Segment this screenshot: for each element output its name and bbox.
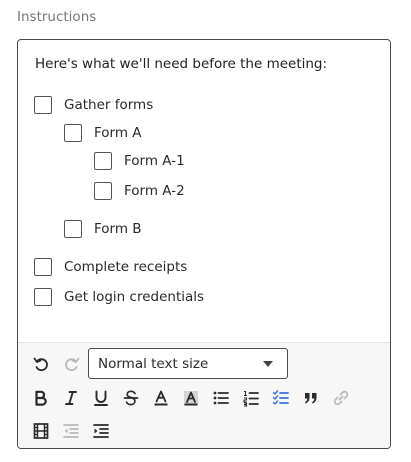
strikethrough-button[interactable] xyxy=(119,386,143,410)
task-checkbox[interactable] xyxy=(64,124,82,142)
task-label: Form A-2 xyxy=(124,183,185,199)
link-icon xyxy=(333,390,349,406)
checklist-button[interactable] xyxy=(269,386,293,410)
instructions-label: Instructions xyxy=(17,9,97,25)
highlight-icon xyxy=(184,391,198,406)
rich-text-editor[interactable]: Here's what we'll need before the meetin… xyxy=(17,39,391,449)
numbered-list-icon xyxy=(243,390,259,407)
task-label: Gather forms xyxy=(64,97,154,113)
link-button[interactable] xyxy=(329,386,353,410)
task-checkbox[interactable] xyxy=(94,182,112,200)
redo-icon xyxy=(65,357,80,372)
task-label: Form B xyxy=(94,221,142,237)
checklist-item: Form A-1 xyxy=(94,151,185,171)
bulleted-list-button[interactable] xyxy=(209,386,233,410)
indent-button[interactable] xyxy=(89,419,113,443)
task-label: Complete receipts xyxy=(64,259,188,275)
numbered-list-button[interactable] xyxy=(239,386,263,410)
text-color-button[interactable] xyxy=(149,386,173,410)
highlight-button[interactable] xyxy=(179,386,203,410)
indent-icon xyxy=(93,424,109,438)
embed-media-button[interactable] xyxy=(29,419,53,443)
undo-button[interactable] xyxy=(29,352,53,376)
editor-toolbar: Normal text size xyxy=(18,342,390,448)
checklist-item: Get login credentials xyxy=(34,287,204,307)
bulleted-list-icon xyxy=(213,391,229,405)
task-checkbox[interactable] xyxy=(34,258,52,276)
underline-button[interactable] xyxy=(89,386,113,410)
intro-paragraph: Here's what we'll need before the meetin… xyxy=(35,56,328,72)
task-checkbox[interactable] xyxy=(34,288,52,306)
text-color-icon xyxy=(154,390,168,406)
italic-icon xyxy=(65,391,77,405)
task-label: Get login credentials xyxy=(64,289,205,305)
redo-button[interactable] xyxy=(60,352,84,376)
chevron-down-icon xyxy=(263,361,273,367)
text-size-select[interactable]: Normal text size xyxy=(88,348,288,379)
task-checkbox[interactable] xyxy=(94,152,112,170)
undo-icon xyxy=(33,357,48,372)
bold-button[interactable] xyxy=(29,386,53,410)
checklist-item: Complete receipts xyxy=(34,257,187,277)
strikethrough-icon xyxy=(123,390,139,406)
checklist-item: Form A-2 xyxy=(94,181,185,201)
task-checkbox[interactable] xyxy=(34,96,52,114)
checklist-item: Form B xyxy=(64,219,142,239)
quote-button[interactable] xyxy=(299,386,323,410)
outdent-button[interactable] xyxy=(59,419,83,443)
task-label: Form A xyxy=(94,125,142,141)
bold-icon xyxy=(35,390,47,406)
task-checkbox[interactable] xyxy=(64,220,82,238)
italic-button[interactable] xyxy=(59,386,83,410)
checklist-item: Gather forms xyxy=(34,95,153,115)
outdent-icon xyxy=(63,424,79,438)
underline-icon xyxy=(94,390,108,406)
checklist-icon xyxy=(272,390,289,405)
quote-icon xyxy=(305,393,317,404)
film-icon xyxy=(33,423,49,439)
checklist-item: Form A xyxy=(64,123,142,143)
task-label: Form A-1 xyxy=(124,153,185,169)
text-size-value: Normal text size xyxy=(98,355,209,372)
